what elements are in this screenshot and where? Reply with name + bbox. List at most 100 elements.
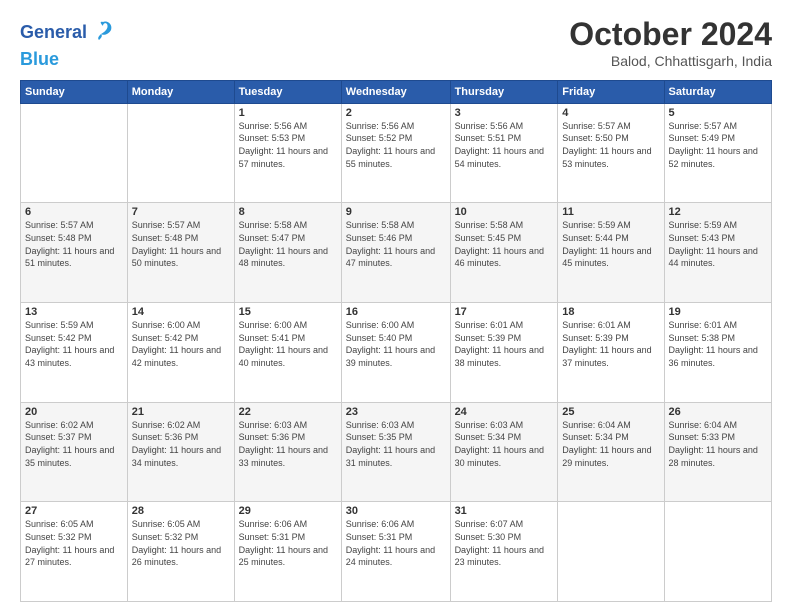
- table-row: 16Sunrise: 6:00 AM Sunset: 5:40 PM Dayli…: [341, 303, 450, 403]
- table-row: 2Sunrise: 5:56 AM Sunset: 5:52 PM Daylig…: [341, 103, 450, 203]
- calendar-week-row: 27Sunrise: 6:05 AM Sunset: 5:32 PM Dayli…: [21, 502, 772, 602]
- day-number: 25: [562, 406, 659, 418]
- day-number: 18: [562, 306, 659, 318]
- table-row: 26Sunrise: 6:04 AM Sunset: 5:33 PM Dayli…: [664, 402, 771, 502]
- table-row: 20Sunrise: 6:02 AM Sunset: 5:37 PM Dayli…: [21, 402, 128, 502]
- calendar-week-row: 1Sunrise: 5:56 AM Sunset: 5:53 PM Daylig…: [21, 103, 772, 203]
- table-row: [127, 103, 234, 203]
- day-info: Sunrise: 5:58 AM Sunset: 5:46 PM Dayligh…: [346, 219, 446, 269]
- page-header: General Blue October 2024 Balod, Chhatti…: [20, 16, 772, 70]
- day-info: Sunrise: 6:00 AM Sunset: 5:41 PM Dayligh…: [239, 319, 337, 369]
- logo-bird-icon: [89, 16, 117, 50]
- table-row: 10Sunrise: 5:58 AM Sunset: 5:45 PM Dayli…: [450, 203, 558, 303]
- day-info: Sunrise: 6:03 AM Sunset: 5:35 PM Dayligh…: [346, 419, 446, 469]
- calendar-header-row: Sunday Monday Tuesday Wednesday Thursday…: [21, 80, 772, 103]
- table-row: 8Sunrise: 5:58 AM Sunset: 5:47 PM Daylig…: [234, 203, 341, 303]
- day-number: 17: [455, 306, 554, 318]
- table-row: 12Sunrise: 5:59 AM Sunset: 5:43 PM Dayli…: [664, 203, 771, 303]
- table-row: 28Sunrise: 6:05 AM Sunset: 5:32 PM Dayli…: [127, 502, 234, 602]
- day-number: 9: [346, 206, 446, 218]
- day-number: 31: [455, 505, 554, 517]
- calendar-page: General Blue October 2024 Balod, Chhatti…: [0, 0, 792, 612]
- day-info: Sunrise: 6:01 AM Sunset: 5:39 PM Dayligh…: [455, 319, 554, 369]
- calendar-week-row: 6Sunrise: 5:57 AM Sunset: 5:48 PM Daylig…: [21, 203, 772, 303]
- day-number: 21: [132, 406, 230, 418]
- table-row: 23Sunrise: 6:03 AM Sunset: 5:35 PM Dayli…: [341, 402, 450, 502]
- day-number: 16: [346, 306, 446, 318]
- table-row: 15Sunrise: 6:00 AM Sunset: 5:41 PM Dayli…: [234, 303, 341, 403]
- table-row: 17Sunrise: 6:01 AM Sunset: 5:39 PM Dayli…: [450, 303, 558, 403]
- day-number: 14: [132, 306, 230, 318]
- day-info: Sunrise: 6:05 AM Sunset: 5:32 PM Dayligh…: [25, 518, 123, 568]
- table-row: [664, 502, 771, 602]
- day-number: 13: [25, 306, 123, 318]
- day-number: 3: [455, 107, 554, 119]
- day-info: Sunrise: 5:59 AM Sunset: 5:43 PM Dayligh…: [669, 219, 767, 269]
- header-monday: Monday: [127, 80, 234, 103]
- day-number: 8: [239, 206, 337, 218]
- table-row: 3Sunrise: 5:56 AM Sunset: 5:51 PM Daylig…: [450, 103, 558, 203]
- day-info: Sunrise: 5:57 AM Sunset: 5:50 PM Dayligh…: [562, 120, 659, 170]
- calendar-table: Sunday Monday Tuesday Wednesday Thursday…: [20, 80, 772, 602]
- calendar-week-row: 20Sunrise: 6:02 AM Sunset: 5:37 PM Dayli…: [21, 402, 772, 502]
- day-info: Sunrise: 6:00 AM Sunset: 5:40 PM Dayligh…: [346, 319, 446, 369]
- day-info: Sunrise: 5:57 AM Sunset: 5:48 PM Dayligh…: [25, 219, 123, 269]
- table-row: 18Sunrise: 6:01 AM Sunset: 5:39 PM Dayli…: [558, 303, 664, 403]
- table-row: 24Sunrise: 6:03 AM Sunset: 5:34 PM Dayli…: [450, 402, 558, 502]
- table-row: [558, 502, 664, 602]
- table-row: 21Sunrise: 6:02 AM Sunset: 5:36 PM Dayli…: [127, 402, 234, 502]
- table-row: 14Sunrise: 6:00 AM Sunset: 5:42 PM Dayli…: [127, 303, 234, 403]
- day-info: Sunrise: 6:02 AM Sunset: 5:36 PM Dayligh…: [132, 419, 230, 469]
- header-wednesday: Wednesday: [341, 80, 450, 103]
- table-row: 13Sunrise: 5:59 AM Sunset: 5:42 PM Dayli…: [21, 303, 128, 403]
- day-info: Sunrise: 6:05 AM Sunset: 5:32 PM Dayligh…: [132, 518, 230, 568]
- table-row: 22Sunrise: 6:03 AM Sunset: 5:36 PM Dayli…: [234, 402, 341, 502]
- table-row: 31Sunrise: 6:07 AM Sunset: 5:30 PM Dayli…: [450, 502, 558, 602]
- day-number: 15: [239, 306, 337, 318]
- day-number: 12: [669, 206, 767, 218]
- title-section: October 2024 Balod, Chhattisgarh, India: [569, 16, 772, 69]
- table-row: 30Sunrise: 6:06 AM Sunset: 5:31 PM Dayli…: [341, 502, 450, 602]
- day-number: 10: [455, 206, 554, 218]
- location-label: Balod, Chhattisgarh, India: [569, 53, 772, 69]
- table-row: 1Sunrise: 5:56 AM Sunset: 5:53 PM Daylig…: [234, 103, 341, 203]
- day-number: 24: [455, 406, 554, 418]
- day-info: Sunrise: 6:01 AM Sunset: 5:38 PM Dayligh…: [669, 319, 767, 369]
- day-info: Sunrise: 5:58 AM Sunset: 5:45 PM Dayligh…: [455, 219, 554, 269]
- day-number: 6: [25, 206, 123, 218]
- table-row: 5Sunrise: 5:57 AM Sunset: 5:49 PM Daylig…: [664, 103, 771, 203]
- day-number: 23: [346, 406, 446, 418]
- table-row: [21, 103, 128, 203]
- header-saturday: Saturday: [664, 80, 771, 103]
- header-sunday: Sunday: [21, 80, 128, 103]
- day-info: Sunrise: 6:06 AM Sunset: 5:31 PM Dayligh…: [239, 518, 337, 568]
- day-number: 22: [239, 406, 337, 418]
- day-info: Sunrise: 6:07 AM Sunset: 5:30 PM Dayligh…: [455, 518, 554, 568]
- day-number: 7: [132, 206, 230, 218]
- table-row: 27Sunrise: 6:05 AM Sunset: 5:32 PM Dayli…: [21, 502, 128, 602]
- day-info: Sunrise: 5:56 AM Sunset: 5:51 PM Dayligh…: [455, 120, 554, 170]
- day-info: Sunrise: 5:59 AM Sunset: 5:42 PM Dayligh…: [25, 319, 123, 369]
- day-number: 19: [669, 306, 767, 318]
- month-title: October 2024: [569, 16, 772, 53]
- day-info: Sunrise: 6:06 AM Sunset: 5:31 PM Dayligh…: [346, 518, 446, 568]
- day-info: Sunrise: 5:56 AM Sunset: 5:52 PM Dayligh…: [346, 120, 446, 170]
- calendar-week-row: 13Sunrise: 5:59 AM Sunset: 5:42 PM Dayli…: [21, 303, 772, 403]
- day-number: 11: [562, 206, 659, 218]
- table-row: 4Sunrise: 5:57 AM Sunset: 5:50 PM Daylig…: [558, 103, 664, 203]
- day-info: Sunrise: 5:57 AM Sunset: 5:49 PM Dayligh…: [669, 120, 767, 170]
- day-info: Sunrise: 6:04 AM Sunset: 5:34 PM Dayligh…: [562, 419, 659, 469]
- day-number: 5: [669, 107, 767, 119]
- day-number: 26: [669, 406, 767, 418]
- day-number: 4: [562, 107, 659, 119]
- table-row: 11Sunrise: 5:59 AM Sunset: 5:44 PM Dayli…: [558, 203, 664, 303]
- table-row: 29Sunrise: 6:06 AM Sunset: 5:31 PM Dayli…: [234, 502, 341, 602]
- day-info: Sunrise: 5:58 AM Sunset: 5:47 PM Dayligh…: [239, 219, 337, 269]
- day-number: 29: [239, 505, 337, 517]
- day-number: 1: [239, 107, 337, 119]
- header-friday: Friday: [558, 80, 664, 103]
- day-number: 28: [132, 505, 230, 517]
- table-row: 7Sunrise: 5:57 AM Sunset: 5:48 PM Daylig…: [127, 203, 234, 303]
- day-number: 2: [346, 107, 446, 119]
- logo-text-line1: General: [20, 23, 87, 43]
